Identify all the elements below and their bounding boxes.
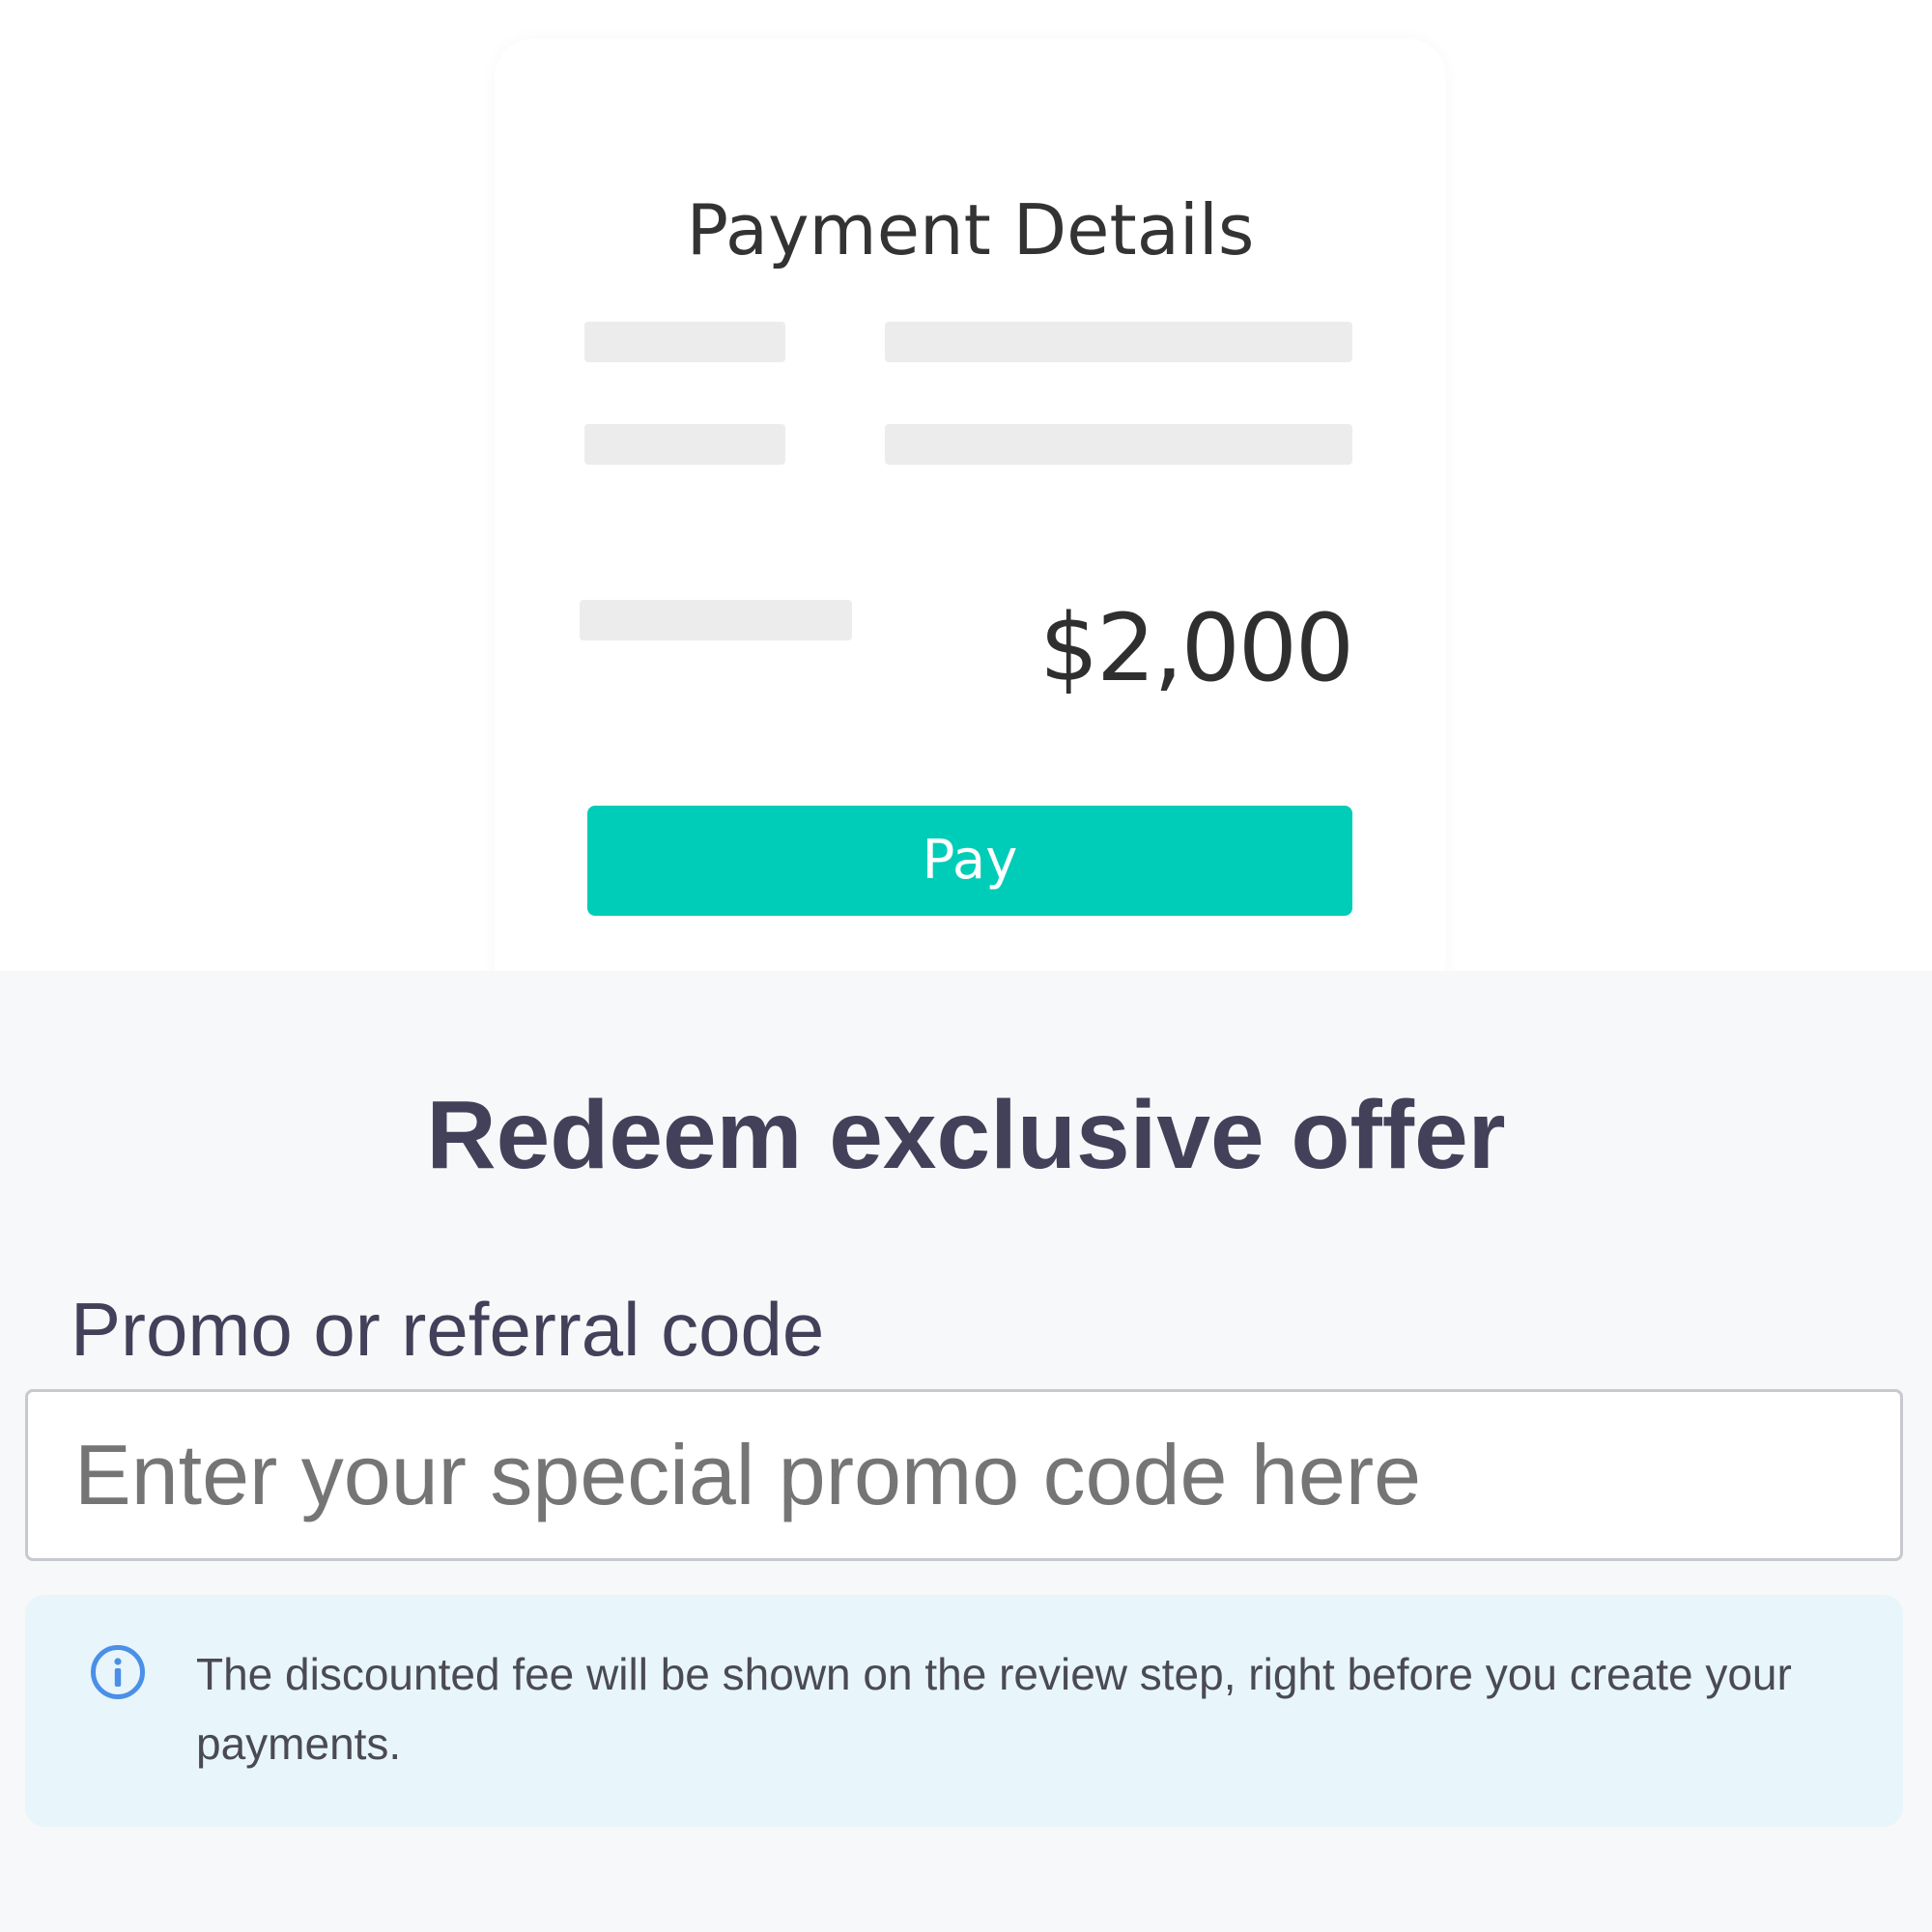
promo-code-label: Promo or referral code: [71, 1287, 825, 1372]
payment-details-title: Payment Details: [686, 189, 1255, 270]
total-amount: $2,000: [1039, 594, 1354, 702]
info-icon: [90, 1644, 146, 1700]
detail-value-placeholder-2: [885, 424, 1352, 465]
promo-title: Redeem exclusive offer: [426, 1081, 1506, 1189]
payment-details-card: Payment Details $2,000 Pay: [495, 39, 1446, 1005]
promo-code-input[interactable]: [25, 1389, 1903, 1561]
detail-value-placeholder-1: [885, 322, 1352, 362]
info-notice: The discounted fee will be shown on the …: [25, 1595, 1903, 1827]
info-notice-text: The discounted fee will be shown on the …: [196, 1649, 1792, 1769]
detail-label-placeholder-1: [584, 322, 785, 362]
total-label-placeholder: [580, 600, 852, 640]
detail-label-placeholder-2: [584, 424, 785, 465]
pay-button[interactable]: Pay: [587, 806, 1352, 916]
promo-section: Redeem exclusive offer Promo or referral…: [0, 971, 1932, 1932]
